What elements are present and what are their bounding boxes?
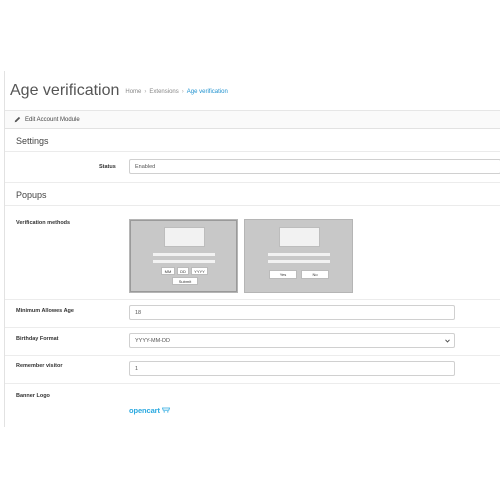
banner-logo[interactable]: opencart (129, 406, 171, 415)
panel-heading-title: Edit Account Module (25, 116, 80, 123)
breadcrumb: Home › Extensions › Age verification (125, 86, 227, 95)
module-frame: Age verification Home › Extensions › Age… (4, 71, 500, 427)
birthday-format-row: Birthday Format YYYY-MM-DD (5, 328, 500, 356)
remember-visitor-row: Remember visitor 1 (5, 356, 500, 384)
method-date-text-line (153, 253, 215, 256)
method-date-image-placeholder (164, 227, 205, 247)
birthday-format-label: Birthday Format (16, 336, 59, 342)
breadcrumb-home[interactable]: Home (125, 89, 141, 95)
birthday-format-select[interactable]: YYYY-MM-DD (129, 333, 455, 348)
method-yesno-no: No (301, 270, 329, 279)
method-yesno-option[interactable]: Yes No (244, 219, 353, 293)
method-date-submit: Submit (172, 277, 198, 285)
method-date-dd: DD (177, 267, 189, 275)
breadcrumb-separator: › (144, 89, 147, 95)
cart-icon (161, 407, 170, 413)
birthday-format-value: YYYY-MM-DD (135, 337, 170, 344)
settings-section-title: Settings (5, 129, 500, 152)
method-yesno-text-line (268, 253, 330, 256)
min-age-input[interactable]: 18 (129, 305, 455, 320)
method-yesno-yes: Yes (269, 270, 297, 279)
method-yesno-text-line (268, 260, 330, 263)
breadcrumb-age-verification[interactable]: Age verification (187, 89, 228, 95)
opencart-logo-text: opencart (129, 406, 160, 415)
status-row: Status Enabled (5, 152, 500, 183)
popups-section-title: Popups (5, 183, 500, 206)
page-title: Age verification (10, 81, 120, 99)
method-date-mm: MM (161, 267, 175, 275)
banner-logo-row: Banner Logo opencart (5, 384, 500, 429)
breadcrumb-extensions[interactable]: Extensions (149, 89, 178, 95)
page-header: Age verification Home › Extensions › Age… (5, 71, 500, 111)
chevron-down-icon (445, 339, 450, 343)
verification-methods-label: Verification methods (16, 220, 71, 226)
remember-visitor-input[interactable]: 1 (129, 361, 455, 376)
breadcrumb-separator: › (181, 89, 184, 95)
min-age-row: Minimum Allowes Age 18 (5, 300, 500, 328)
status-select[interactable]: Enabled (129, 159, 500, 174)
pencil-icon (14, 116, 21, 123)
method-yesno-image-placeholder (279, 227, 320, 247)
banner-logo-label: Banner Logo (16, 393, 50, 399)
remember-visitor-label: Remember visitor (16, 363, 63, 369)
verification-methods-row: Verification methods MM DD YYYY Submit Y… (5, 206, 500, 300)
method-date-text-line (153, 260, 215, 263)
method-date-option[interactable]: MM DD YYYY Submit (129, 219, 238, 293)
min-age-label: Minimum Allowes Age (16, 308, 74, 314)
status-label: Status (99, 164, 116, 170)
method-date-yyyy: YYYY (191, 267, 208, 275)
panel-heading: Edit Account Module (5, 111, 500, 129)
